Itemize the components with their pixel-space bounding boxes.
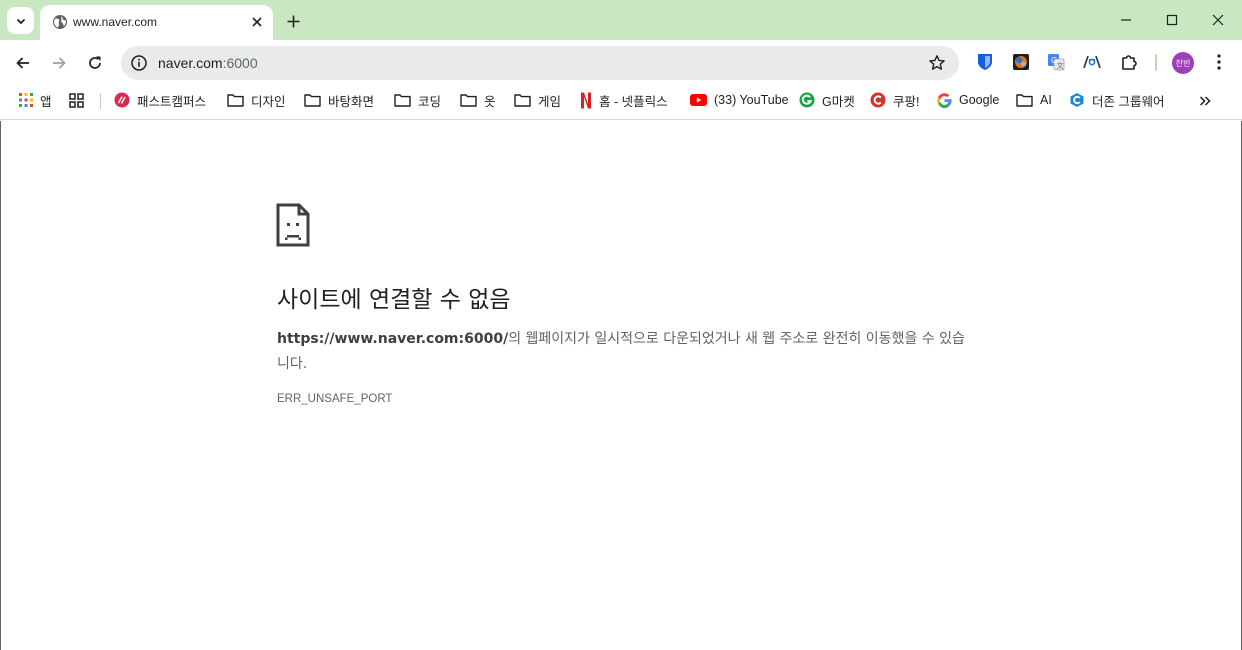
maximize-button[interactable] [1160,8,1184,32]
douzone-icon [1070,93,1084,107]
bookmarks-bar: 앱 패스트캠퍼스 디자인 바탕화면 코딩 옷 게임 홈 - 넷플릭스 (33) … [0,85,1242,120]
fastcampus-icon [114,92,130,108]
bitwarden-icon [978,54,992,70]
bookmark-label: Google [959,93,1000,107]
minimize-icon [1121,19,1131,21]
bookmark-label: 바탕화면 [328,94,375,109]
bookmark-label: 디자인 [251,94,286,109]
bookmark-coupang[interactable]: 쿠팡! [870,91,919,109]
bookmark-label: 게임 [538,94,562,109]
netflix-icon [581,92,591,108]
bookmark-gmarket[interactable]: G마켓 [799,91,855,109]
error-message: https://www.naver.com:6000/의 웹페이지가 일시적으로… [277,327,967,377]
bookmarks-overflow-button[interactable] [1196,92,1214,110]
error-code: ERR_UNSAFE_PORT [277,393,393,405]
tab-search-button[interactable] [7,7,34,34]
google-translate-icon: G文 [1048,54,1065,71]
bookmark-netflix[interactable]: 홈 - 넷플릭스 [580,91,668,109]
error-title: 사이트에 연결할 수 없음 [277,287,511,313]
tab-close-button[interactable] [248,13,266,31]
reload-icon [89,56,101,69]
maximize-icon [1166,14,1178,26]
tab-strip: www.naver.com [0,0,1242,40]
arrow-left-icon [16,57,29,69]
arrow-right-icon [53,57,66,69]
more-vertical-icon [1217,54,1221,70]
toolbar-divider [1155,54,1157,71]
address-text: naver.com:6000 [158,55,258,71]
bookmark-folder-desktop[interactable]: 바탕화면 [304,91,374,109]
bookmark-star-icon[interactable] [928,54,946,72]
bookmark-label: G마켓 [822,94,855,109]
bookmark-label: 옷 [484,94,496,109]
error-url: https://www.naver.com:6000/ [277,331,509,347]
tab-title: www.naver.com [73,15,158,29]
bookmark-label: 쿠팡! [893,94,920,109]
bookmark-label: AI [1040,93,1052,107]
folder-icon [304,94,321,107]
bookmark-label: (33) YouTube [714,93,789,107]
folder-icon [394,94,411,107]
address-host: naver.com [158,55,223,71]
google-icon [937,92,952,108]
color-picker-icon [1013,54,1029,70]
extensions-button[interactable] [1119,52,1139,72]
plus-icon [287,15,299,27]
bookmark-folder-games[interactable]: 게임 [514,91,561,109]
folder-icon [460,94,477,107]
bookmark-folder-ai[interactable]: AI [1016,91,1052,109]
toolbar: naver.com:6000 G文 찬빈 [0,40,1242,85]
reload-button[interactable] [83,51,107,75]
bitwarden-extension[interactable] [975,52,995,72]
coupang-icon [870,92,886,108]
bookmark-label: 패스트캠퍼스 [137,94,207,109]
new-tab-button[interactable] [282,10,304,32]
redux-devtools-extension[interactable] [1082,52,1102,72]
folder-icon [514,94,531,107]
profile-avatar[interactable]: 찬빈 [1172,52,1194,74]
minimize-button[interactable] [1114,8,1138,32]
forward-button[interactable] [47,51,71,75]
bookmark-apps[interactable]: 앱 [19,91,52,109]
close-icon [252,17,262,27]
bookmarks-divider [100,93,101,109]
folder-icon [1016,94,1033,107]
close-icon [1212,14,1224,26]
puzzle-extensions-icon [1122,55,1137,70]
apps-grid-icon [19,93,33,107]
globe-icon [53,15,67,29]
active-tab[interactable]: www.naver.com [40,5,273,40]
tab-groups-icon [69,92,84,108]
bookmark-douzone[interactable]: 더존 그룹웨어 [1069,91,1164,109]
bookmark-label: 코딩 [418,94,442,109]
bookmark-label: 앱 [40,94,52,109]
redux-devtools-icon [1083,55,1101,69]
bookmark-label: 홈 - 넷플릭스 [599,94,668,109]
address-bar[interactable]: naver.com:6000 [121,46,959,80]
address-port: :6000 [222,55,258,71]
bookmark-fastcampus[interactable]: 패스트캠퍼스 [114,91,206,109]
youtube-icon [690,94,707,106]
svg-text:文: 文 [1057,61,1064,70]
chevron-down-icon [16,18,25,24]
bookmark-google[interactable]: Google [937,91,999,109]
google-translate-extension[interactable]: G文 [1046,52,1066,72]
folder-icon [227,94,244,107]
menu-button[interactable] [1209,52,1229,72]
bookmark-label: 더존 그룹웨어 [1092,94,1165,109]
page-content [1,121,1241,649]
bookmark-youtube[interactable]: (33) YouTube [690,91,789,109]
info-icon[interactable] [130,54,148,72]
back-button[interactable] [11,51,35,75]
window-close-button[interactable] [1206,8,1230,32]
color-picker-extension[interactable] [1011,52,1031,72]
bookmark-folder-coding[interactable]: 코딩 [394,91,441,109]
chevron-double-right-icon [1199,96,1211,106]
tab-groups-button[interactable] [69,91,91,109]
bookmark-folder-design[interactable]: 디자인 [227,91,286,109]
sad-page-icon [276,203,310,247]
bookmark-folder-clothes[interactable]: 옷 [460,91,496,109]
gmarket-icon [799,92,815,108]
